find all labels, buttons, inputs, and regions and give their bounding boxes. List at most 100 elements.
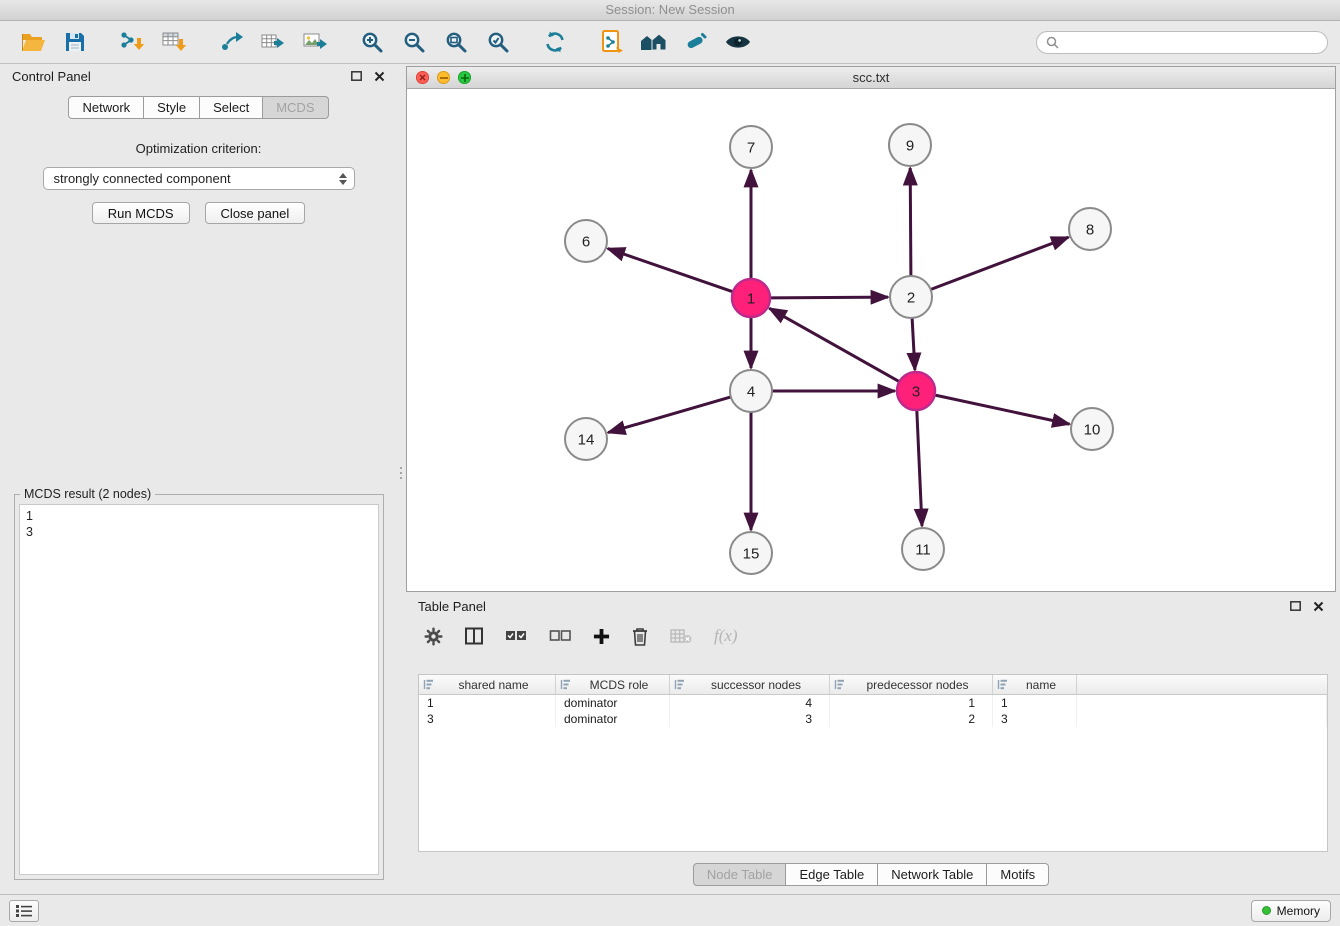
graph-edge-3-10[interactable] [935, 395, 1070, 424]
table-row[interactable]: 1 dominator 4 1 1 [419, 695, 1327, 711]
cell-mcds-role[interactable]: dominator [556, 711, 670, 727]
svg-text:10: 10 [1084, 421, 1101, 438]
graph-edge-2-3[interactable] [912, 318, 915, 370]
graph-edge-2-8[interactable] [931, 237, 1069, 289]
tab-network-table[interactable]: Network Table [878, 863, 987, 886]
tab-mcds[interactable]: MCDS [263, 96, 328, 119]
graph-node-6[interactable]: 6 [565, 220, 607, 262]
cell-shared-name[interactable]: 3 [419, 711, 556, 727]
cell-predecessor-nodes[interactable]: 1 [830, 695, 993, 711]
svg-text:1: 1 [747, 290, 755, 307]
column-header-name[interactable]: name [993, 675, 1077, 694]
graph-node-2[interactable]: 2 [890, 276, 932, 318]
zoom-in-button[interactable] [351, 24, 393, 60]
export-table-button[interactable] [252, 24, 294, 60]
tab-motifs[interactable]: Motifs [987, 863, 1049, 886]
network-window-titlebar[interactable]: scc.txt [407, 67, 1335, 89]
close-panel-button[interactable] [374, 71, 385, 82]
splitter-handle-icon [395, 464, 406, 482]
save-session-button[interactable] [54, 24, 96, 60]
graph-node-8[interactable]: 8 [1069, 208, 1111, 250]
graph-node-4[interactable]: 4 [730, 370, 772, 412]
graph-node-10[interactable]: 10 [1071, 408, 1113, 450]
window-close-button[interactable] [416, 71, 429, 84]
graph-node-1[interactable]: 1 [732, 279, 770, 317]
table-row[interactable]: 3 dominator 3 2 3 [419, 711, 1327, 727]
memory-button[interactable]: Memory [1251, 900, 1331, 922]
graph-node-3[interactable]: 3 [897, 372, 935, 410]
tab-node-table[interactable]: Node Table [693, 863, 787, 886]
graph-node-7[interactable]: 7 [730, 126, 772, 168]
export-image-button[interactable] [294, 24, 336, 60]
graph-edge-3-11[interactable] [917, 410, 922, 526]
cell-mcds-role[interactable]: dominator [556, 695, 670, 711]
panel-splitter[interactable] [395, 64, 406, 894]
tab-style[interactable]: Style [144, 96, 200, 119]
home-button[interactable] [633, 24, 675, 60]
graph-edge-2-9[interactable] [910, 168, 911, 276]
window-zoom-button[interactable] [458, 71, 471, 84]
delete-row-button[interactable] [632, 627, 648, 646]
import-table-button[interactable] [153, 24, 195, 60]
new-network-view-button[interactable] [591, 24, 633, 60]
float-table-panel-button[interactable] [1290, 601, 1301, 611]
column-header-shared-name[interactable]: shared name [419, 675, 556, 694]
column-settings-button[interactable] [424, 627, 443, 646]
optimization-criterion-label: Optimization criterion: [2, 141, 395, 156]
graph-edge-1-6[interactable] [608, 249, 733, 292]
refresh-layout-button[interactable] [534, 24, 576, 60]
deselect-all-icon [549, 629, 571, 643]
import-network-button[interactable] [111, 24, 153, 60]
add-row-button[interactable] [593, 628, 610, 645]
zoom-fit-button[interactable] [435, 24, 477, 60]
close-panel-action-button[interactable]: Close panel [205, 202, 306, 224]
column-header-successor-nodes[interactable]: successor nodes [670, 675, 830, 694]
graph-node-9[interactable]: 9 [889, 124, 931, 166]
tab-select[interactable]: Select [200, 96, 263, 119]
tab-edge-table[interactable]: Edge Table [786, 863, 878, 886]
graph-edge-1-2[interactable] [770, 297, 888, 298]
cell-shared-name[interactable]: 1 [419, 695, 556, 711]
search-box[interactable] [1036, 31, 1328, 54]
tab-network[interactable]: Network [68, 96, 144, 119]
export-group [210, 24, 336, 60]
export-network-button[interactable] [210, 24, 252, 60]
graph-node-11[interactable]: 11 [902, 528, 944, 570]
run-mcds-button[interactable]: Run MCDS [92, 202, 190, 224]
graph-edge-3-1[interactable] [769, 308, 899, 381]
float-panel-button[interactable] [351, 71, 362, 81]
cell-name[interactable]: 3 [993, 711, 1077, 727]
cell-successor-nodes[interactable]: 4 [670, 695, 830, 711]
minimize-icon [440, 77, 448, 79]
sort-icon [834, 679, 845, 690]
select-all-button[interactable] [505, 629, 527, 643]
svg-text:4: 4 [747, 383, 755, 400]
network-graph-canvas[interactable]: 7 9 6 8 1 2 4 3 14 10 15 11 [407, 89, 1335, 591]
table-toolbar: f(x) [406, 618, 1336, 652]
optimization-select-value: strongly connected component [54, 171, 231, 186]
zoom-out-button[interactable] [393, 24, 435, 60]
cell-successor-nodes[interactable]: 3 [670, 711, 830, 727]
task-history-button[interactable] [9, 900, 39, 922]
split-view-button[interactable] [465, 627, 483, 645]
optimization-select[interactable]: strongly connected component [43, 167, 355, 190]
column-header-mcds-role[interactable]: MCDS role [556, 675, 670, 694]
toggle-visibility-button[interactable] [717, 24, 759, 60]
deselect-all-button[interactable] [549, 629, 571, 643]
search-input[interactable] [1064, 35, 1318, 49]
export-table-icon [260, 30, 286, 54]
mcds-result-area[interactable]: 1 3 [19, 504, 379, 875]
zoom-selected-button[interactable] [477, 24, 519, 60]
close-table-panel-button[interactable] [1313, 601, 1324, 612]
import-table-icon [161, 30, 187, 54]
graph-edge-4-14[interactable] [608, 397, 731, 433]
open-file-button[interactable] [12, 24, 54, 60]
graph-node-15[interactable]: 15 [730, 532, 772, 574]
cell-predecessor-nodes[interactable]: 2 [830, 711, 993, 727]
cell-name[interactable]: 1 [993, 695, 1077, 711]
graph-node-14[interactable]: 14 [565, 418, 607, 460]
window-minimize-button[interactable] [437, 71, 450, 84]
column-header-predecessor-nodes[interactable]: predecessor nodes [830, 675, 993, 694]
fx-icon: f(x) [714, 626, 738, 646]
apply-style-button[interactable] [675, 24, 717, 60]
